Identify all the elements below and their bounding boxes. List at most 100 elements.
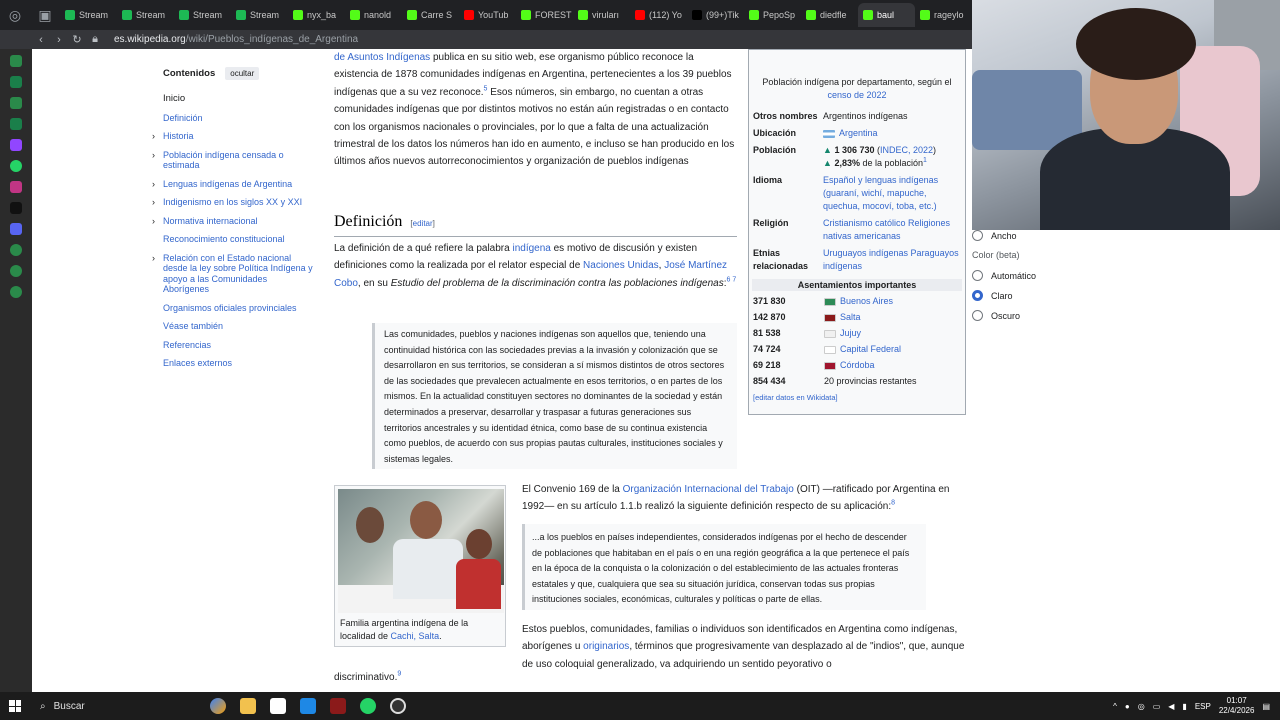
settlement-place[interactable]: Jujuy — [840, 328, 861, 338]
toc-item[interactable]: Reconocimiento constitucional — [163, 234, 313, 245]
intro-link[interactable]: de Asuntos Indígenas — [334, 52, 430, 63]
toc-item[interactable]: › Indigenismo en los siglos XX y XXI — [152, 197, 313, 208]
toc-item[interactable]: › Normativa internacional — [152, 216, 313, 227]
toc-item[interactable]: › Población indígena censada o estimada — [152, 150, 313, 171]
chevron-right-icon[interactable]: › — [152, 150, 155, 161]
settlement-place[interactable]: Buenos Aires — [840, 296, 893, 306]
start-button[interactable] — [0, 692, 30, 720]
toc-item[interactable]: › Historia — [152, 131, 313, 142]
forward-icon[interactable]: › — [50, 34, 68, 46]
tiktok-icon[interactable] — [10, 202, 22, 214]
color-option[interactable]: Oscuro — [972, 310, 1280, 321]
browser-tab[interactable]: (99+)Tik — [687, 3, 744, 27]
url-field[interactable]: es.wikipedia.org/wiki/Pueblos_indígenas_… — [114, 34, 358, 45]
chevron-right-icon[interactable]: › — [152, 131, 155, 142]
taskbar-search[interactable]: ⌕ Buscar — [30, 695, 180, 717]
radio-button[interactable] — [972, 270, 983, 281]
browser-tab[interactable]: YouTub — [459, 3, 516, 27]
microphone-icon[interactable]: ● — [1125, 702, 1130, 711]
toc-item[interactable]: Inicio — [163, 93, 313, 105]
link-originarios[interactable]: originarios — [583, 641, 629, 652]
browser-tab[interactable]: nyx_ba — [288, 3, 345, 27]
vscode-icon[interactable] — [300, 698, 316, 714]
obs-icon[interactable] — [390, 698, 406, 714]
browser-tab[interactable]: baul — [858, 3, 915, 27]
browser-tab[interactable]: rageylo — [915, 3, 972, 27]
whatsapp-icon[interactable] — [10, 160, 22, 172]
toc-item[interactable]: Organismos oficiales provinciales — [163, 303, 313, 314]
toc-item[interactable]: Referencias — [163, 340, 313, 351]
volume-icon[interactable]: ◀ — [1168, 702, 1174, 711]
tray-app-icon[interactable]: ◎ — [1138, 702, 1145, 711]
discord-icon[interactable] — [10, 223, 22, 235]
sidebar-app-icon[interactable] — [10, 76, 22, 88]
citation[interactable]: 6 7 — [726, 276, 736, 283]
browser-tab[interactable]: Carre S — [402, 3, 459, 27]
settlement-place[interactable]: Córdoba — [840, 360, 875, 370]
language-indicator[interactable]: ESP — [1195, 702, 1211, 711]
settlement-place[interactable]: Salta — [840, 312, 861, 322]
settlement-place[interactable]: Capital Federal — [840, 344, 901, 354]
browser-tab[interactable]: FOREST — [516, 3, 573, 27]
radio-button[interactable] — [972, 310, 983, 321]
color-option[interactable]: Automático — [972, 270, 1280, 281]
toc-hide-button[interactable]: ocultar — [225, 67, 260, 80]
infobox-value-text[interactable]: Argentina — [839, 128, 878, 138]
store-icon[interactable] — [270, 698, 286, 714]
notifications-icon[interactable]: ▤ — [1262, 702, 1270, 711]
citation[interactable]: 1 — [923, 157, 927, 164]
width-option[interactable]: Ancho — [972, 230, 1280, 241]
sidebar-app-icon[interactable] — [10, 265, 22, 277]
tab-actions-icon[interactable]: ▣ — [30, 0, 60, 30]
toc-item[interactable]: Enlaces externos — [163, 358, 313, 369]
browser-tab[interactable]: nanold — [345, 3, 402, 27]
file-explorer-icon[interactable] — [240, 698, 256, 714]
browser-tab[interactable]: diedfle — [801, 3, 858, 27]
browser-tab[interactable]: Stream — [117, 3, 174, 27]
twitch-icon[interactable] — [10, 139, 22, 151]
family-photo[interactable] — [338, 489, 504, 613]
caption-link[interactable]: censo de 2022 — [827, 90, 886, 100]
chevron-right-icon[interactable]: › — [152, 179, 155, 190]
wikidata-link[interactable]: [editar datos en Wikidata] — [749, 389, 965, 406]
chevron-right-icon[interactable]: › — [152, 216, 155, 227]
chevron-right-icon[interactable]: › — [152, 253, 155, 264]
browser-tab[interactable]: (112) Yo — [630, 3, 687, 27]
infobox-value-text[interactable]: Cristianismo católico Religiones nativas… — [823, 218, 950, 241]
sidebar-app-icon[interactable] — [10, 55, 22, 67]
toc-item[interactable]: › Relación con el Estado nacional desde l… — [152, 253, 313, 295]
sidebar-app-icon[interactable] — [10, 244, 22, 256]
browser-tab[interactable]: PepoSp — [744, 3, 801, 27]
clock[interactable]: 01:07 22/4/2026 — [1219, 696, 1255, 716]
toc-item[interactable]: Véase también — [163, 321, 313, 332]
edit-label[interactable]: editar — [413, 219, 433, 228]
browser-tab[interactable]: Stream — [60, 3, 117, 27]
infobox-value-text[interactable]: Español y lenguas indígenas (guaraní, wi… — [823, 175, 938, 211]
browser-tab[interactable]: viruları — [573, 3, 630, 27]
whatsapp-taskbar-icon[interactable] — [360, 698, 376, 714]
link-indigena[interactable]: indígena — [512, 243, 550, 254]
infobox-value-text[interactable]: Uruguayos indígenas Paraguayos indígenas — [823, 248, 959, 271]
citation[interactable]: 8 — [891, 500, 895, 507]
toc-item[interactable]: Definición — [163, 113, 313, 124]
browser-app-icon[interactable]: ◎ — [0, 0, 30, 30]
radio-button[interactable] — [972, 230, 983, 241]
show-hidden-icon[interactable]: ^ — [1113, 702, 1117, 711]
link-oit[interactable]: Organización Internacional del Trabajo — [623, 484, 794, 495]
battery-icon[interactable]: ▮ — [1182, 702, 1186, 711]
indec-link[interactable]: INDEC, 2022 — [880, 145, 933, 155]
edit-section-link[interactable]: [editar] — [410, 219, 434, 228]
citation[interactable]: 9 — [397, 671, 401, 678]
instagram-icon[interactable] — [10, 181, 22, 193]
back-icon[interactable]: ‹ — [32, 34, 50, 46]
settings-icon[interactable] — [10, 286, 22, 298]
radio-button[interactable] — [972, 290, 983, 301]
reload-icon[interactable]: ↻ — [68, 33, 86, 46]
toc-item[interactable]: › Lenguas indígenas de Argentina — [152, 179, 313, 190]
color-option[interactable]: Claro — [972, 290, 1280, 301]
copilot-icon[interactable] — [210, 698, 226, 714]
link-cachi-salta[interactable]: Cachi, Salta — [391, 631, 440, 641]
link-naciones-unidas[interactable]: Naciones Unidas — [583, 260, 659, 271]
sidebar-app-icon[interactable] — [10, 97, 22, 109]
chevron-right-icon[interactable]: › — [152, 197, 155, 208]
